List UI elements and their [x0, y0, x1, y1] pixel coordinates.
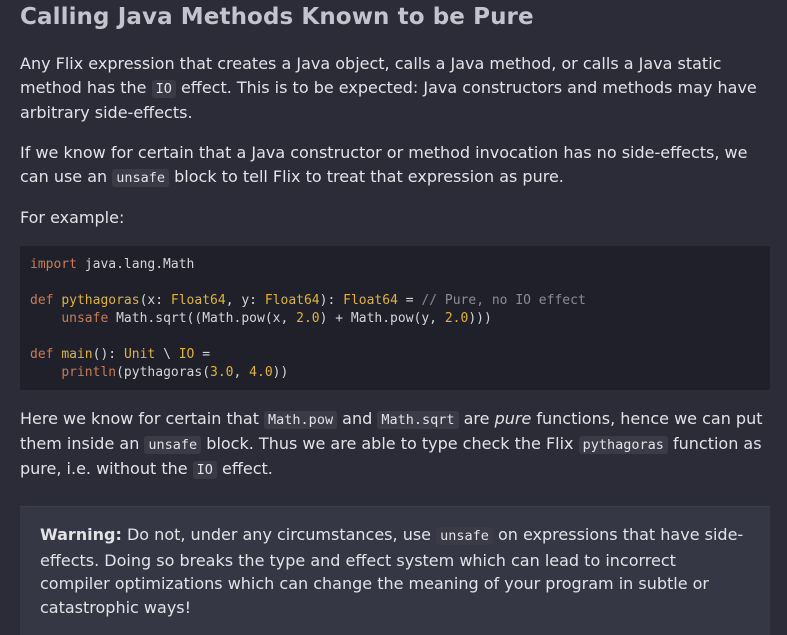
code-type: Float64: [343, 293, 398, 308]
code-text: ) + Math.pow(y,: [319, 311, 445, 326]
inline-code: unsafe: [112, 169, 170, 187]
code-text: , y:: [225, 293, 265, 308]
text: are: [458, 409, 495, 428]
code-keyword: def: [30, 347, 54, 362]
code-type: Float64: [264, 293, 320, 308]
code-type: IO: [178, 347, 195, 362]
paragraph-pure-functions: Here we know for certain that Math.pow a…: [20, 407, 770, 482]
paragraph-io-effect: Any Flix expression that creates a Java …: [20, 52, 770, 125]
code-number: 2.0: [296, 311, 320, 326]
paragraph-unsafe-block: If we know for certain that a Java const…: [20, 141, 770, 190]
warning-box: Warning: Do not, under any circumstances…: [20, 506, 770, 635]
code-keyword: import: [30, 257, 77, 272]
document-page: Calling Java Methods Known to be Pure An…: [20, 0, 770, 635]
text: Here we know for certain that: [20, 409, 265, 428]
code-text: )): [272, 365, 289, 380]
code-function-name: main: [61, 347, 93, 362]
code-builtin: println: [61, 365, 117, 380]
section-heading: Calling Java Methods Known to be Pure: [20, 4, 534, 30]
code-text: ,: [233, 365, 250, 380]
code-number: 3.0: [210, 365, 234, 380]
code-number: 4.0: [249, 365, 273, 380]
paragraph-for-example: For example:: [20, 208, 125, 227]
inline-code: pythagoras: [578, 436, 668, 454]
code-text: java.lang.Math: [76, 257, 195, 272]
text: and: [337, 409, 378, 428]
code-text: (pythagoras(: [116, 365, 211, 380]
code-number: 2.0: [444, 311, 469, 326]
text: Do not, under any circumstances, use: [121, 525, 437, 544]
code-text: ))): [468, 311, 492, 326]
code-keyword: unsafe: [61, 311, 109, 326]
inline-code: Math.sqrt: [377, 411, 459, 429]
code-text: =: [397, 293, 422, 308]
code-text: (x:: [139, 293, 171, 308]
text: block. Thus we are able to type check th…: [201, 434, 579, 453]
code-text: ):: [319, 293, 344, 308]
code-text: \: [155, 347, 179, 362]
inline-code: unsafe: [436, 527, 493, 545]
code-comment: // Pure, no IO effect: [421, 293, 586, 308]
code-block: import java.lang.Math def pythagoras(x: …: [20, 246, 770, 390]
code-function-name: pythagoras: [61, 293, 140, 308]
code-keyword: def: [30, 293, 54, 308]
code-text: =: [194, 347, 211, 362]
code-type: Float64: [170, 293, 226, 308]
inline-code: Math.pow: [264, 411, 338, 429]
text: block to tell Flix to treat that express…: [169, 167, 564, 186]
text: effect.: [216, 459, 273, 478]
code-type: Unit: [123, 347, 156, 362]
code-text: ():: [92, 347, 124, 362]
warning-label: Warning:: [40, 525, 122, 544]
emphasis: pure: [494, 409, 532, 428]
code-text: Math.sqrt((Math.pow(x,: [108, 311, 297, 326]
inline-code: IO: [151, 80, 176, 98]
inline-code: unsafe: [144, 436, 202, 454]
inline-code: IO: [192, 461, 217, 479]
